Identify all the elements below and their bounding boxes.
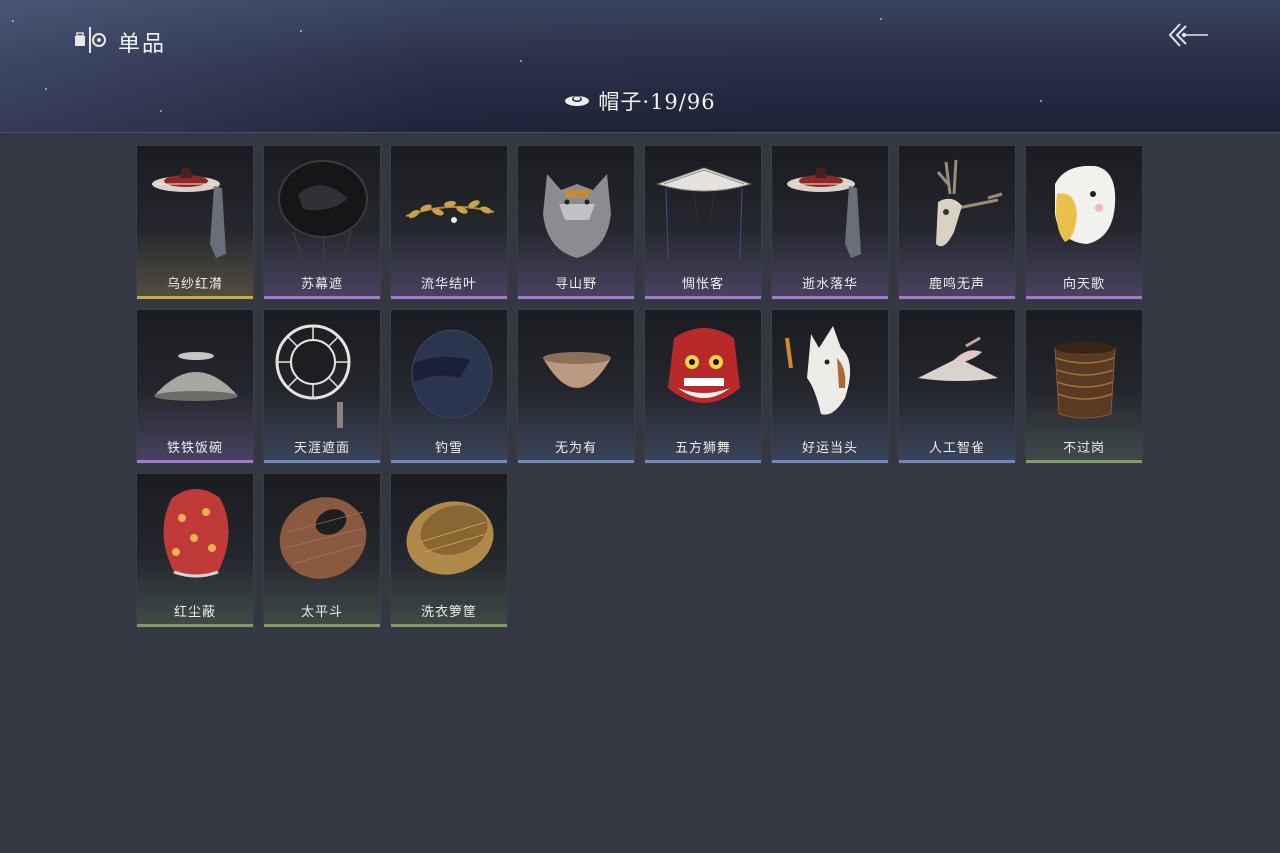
star-decoration <box>880 18 882 20</box>
item-name: 好运当头 <box>801 441 858 456</box>
rarity-bar <box>518 296 634 299</box>
category-header: 帽子·19/96 <box>0 86 1280 116</box>
item-name: 苏幕遮 <box>300 277 343 292</box>
item-card[interactable]: 钓雪 <box>390 309 508 464</box>
rarity-bar <box>645 296 761 299</box>
dark-hood-image <box>400 318 500 428</box>
item-name: 天涯遮面 <box>293 441 350 456</box>
item-card[interactable]: 太平斗 <box>263 473 381 628</box>
item-name: 惆怅客 <box>681 277 724 292</box>
rarity-bar <box>899 296 1015 299</box>
wolf-image <box>527 154 627 264</box>
wardrobe-icon <box>74 25 108 59</box>
goose-image <box>1035 154 1135 264</box>
page-title: 单品 <box>118 32 167 57</box>
item-card[interactable]: 红尘蔽 <box>136 473 254 628</box>
veiled-hat-image <box>781 154 881 264</box>
item-name: 逝水落华 <box>801 277 858 292</box>
rarity-bar <box>137 460 253 463</box>
item-name: 红尘蔽 <box>173 605 216 620</box>
rarity-bar <box>1026 296 1142 299</box>
item-name: 铁铁饭碗 <box>166 441 223 456</box>
bowl-clay-image <box>527 318 627 428</box>
item-card[interactable]: 好运当头 <box>771 309 889 464</box>
item-name: 人工智雀 <box>928 441 985 456</box>
item-card[interactable]: 天涯遮面 <box>263 309 381 464</box>
rarity-bar <box>391 624 507 627</box>
item-card[interactable]: 乌纱红潸 <box>136 145 254 300</box>
rarity-bar <box>772 296 888 299</box>
star-decoration <box>300 30 302 32</box>
rarity-bar <box>137 296 253 299</box>
item-name: 流华结叶 <box>420 277 477 292</box>
item-name: 太平斗 <box>300 605 343 620</box>
item-card[interactable]: 惆怅客 <box>644 145 762 300</box>
rarity-bar <box>264 460 380 463</box>
basket-image <box>400 482 500 592</box>
item-card[interactable]: 洗衣箩筐 <box>390 473 508 628</box>
rarity-bar <box>391 296 507 299</box>
back-button[interactable] <box>1166 20 1212 50</box>
rarity-bar <box>899 460 1015 463</box>
bowl-metal-image <box>146 318 246 428</box>
top-header: 单品 帽子·19/96 <box>0 0 1280 133</box>
item-name: 向天歌 <box>1062 277 1105 292</box>
back-arrow-icon <box>1168 23 1208 47</box>
rarity-bar <box>264 624 380 627</box>
bowl-stack-image <box>1035 318 1135 428</box>
rarity-bar <box>391 460 507 463</box>
item-name: 不过岗 <box>1062 441 1105 456</box>
rarity-bar <box>645 460 761 463</box>
category-label: 帽子·19/96 <box>598 90 716 114</box>
page-title-group: 单品 <box>74 26 166 58</box>
item-card[interactable]: 铁铁饭碗 <box>136 309 254 464</box>
item-name: 鹿鸣无声 <box>928 277 985 292</box>
hat-icon <box>564 92 590 111</box>
red-lantern-image <box>146 482 246 592</box>
item-card[interactable]: 逝水落华 <box>771 145 889 300</box>
rarity-bar <box>137 624 253 627</box>
bird-plate-image <box>908 318 1008 428</box>
item-name: 洗衣箩筐 <box>420 605 477 620</box>
frame-hat-image <box>273 318 373 428</box>
item-name: 乌纱红潸 <box>166 277 223 292</box>
item-card[interactable]: 人工智雀 <box>898 309 1016 464</box>
item-card[interactable]: 寻山野 <box>517 145 635 300</box>
laurel-image <box>400 154 500 264</box>
black-hat-image <box>273 154 373 264</box>
item-card[interactable]: 流华结叶 <box>390 145 508 300</box>
item-card[interactable]: 向天歌 <box>1025 145 1143 300</box>
conical-image <box>654 154 754 264</box>
veiled-hat-image <box>146 154 246 264</box>
item-card[interactable]: 不过岗 <box>1025 309 1143 464</box>
item-name: 无为有 <box>554 441 597 456</box>
rarity-bar <box>264 296 380 299</box>
rarity-bar <box>1026 460 1142 463</box>
star-decoration <box>12 20 14 22</box>
item-name: 五方狮舞 <box>674 441 731 456</box>
item-name: 钓雪 <box>434 441 463 456</box>
item-name: 寻山野 <box>554 277 597 292</box>
horse-image <box>781 318 881 428</box>
lion-image <box>654 318 754 428</box>
deer-skull-image <box>908 154 1008 264</box>
star-decoration <box>520 60 522 62</box>
item-card[interactable]: 无为有 <box>517 309 635 464</box>
rarity-bar <box>518 460 634 463</box>
item-grid: 乌纱红潸 苏幕遮 流华结叶 寻山野 惆怅客 逝水落华 鹿鸣无声 向天歌 铁铁饭碗… <box>136 145 1143 628</box>
item-card[interactable]: 苏幕遮 <box>263 145 381 300</box>
basket-ring-image <box>273 482 373 592</box>
rarity-bar <box>772 460 888 463</box>
item-card[interactable]: 鹿鸣无声 <box>898 145 1016 300</box>
item-card[interactable]: 五方狮舞 <box>644 309 762 464</box>
